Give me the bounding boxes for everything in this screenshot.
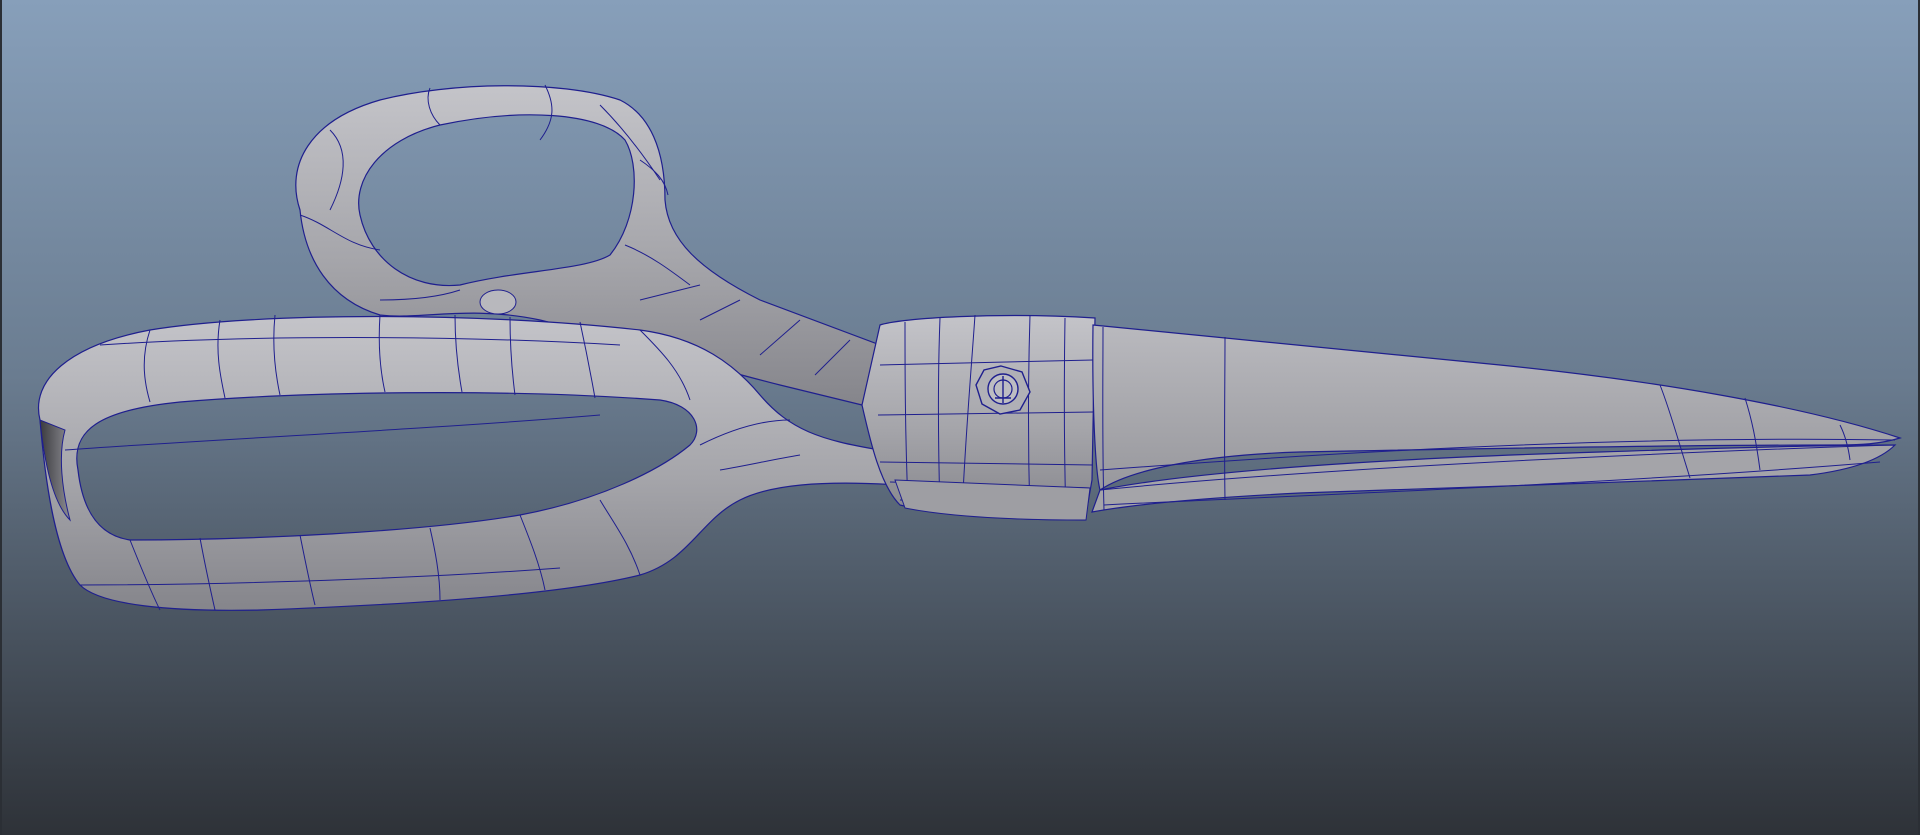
scissors-model[interactable] <box>0 0 1920 835</box>
blades[interactable] <box>1091 324 1902 513</box>
upper-handle-joint-bump <box>479 289 517 315</box>
3d-viewport[interactable] <box>0 0 1920 835</box>
